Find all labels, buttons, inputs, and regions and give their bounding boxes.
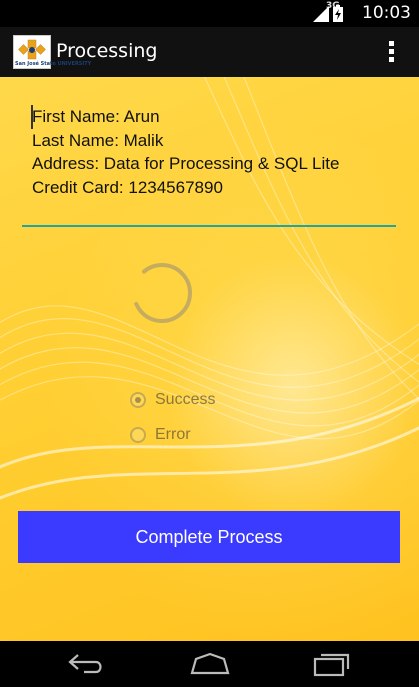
status-time: 10:03 — [362, 3, 411, 23]
first-name-line: First Name: Arun — [32, 107, 160, 126]
overflow-menu-icon[interactable] — [387, 41, 395, 65]
university-seal-icon — [18, 39, 46, 60]
success-radio-button[interactable] — [130, 392, 146, 408]
customer-info-textarea[interactable]: First Name: Arun Last Name: Malik Addres… — [22, 103, 396, 227]
status-bar: 3G 10:03 — [0, 0, 419, 27]
complete-process-button[interactable]: Complete Process — [18, 511, 400, 563]
last-name-line: Last Name: Malik — [32, 130, 164, 150]
address-line: Address: Data for Processing & SQL Lite — [32, 154, 340, 173]
home-icon[interactable] — [188, 651, 232, 677]
error-radio[interactable]: Error — [130, 426, 191, 444]
battery-icon — [333, 5, 343, 22]
navigation-bar — [0, 641, 419, 687]
progress-spinner — [132, 263, 192, 323]
customer-info-text: First Name: Arun Last Name: Malik Addres… — [32, 105, 339, 199]
status-icons — [313, 5, 343, 22]
error-radio-button[interactable] — [130, 427, 146, 443]
recents-icon[interactable] — [312, 651, 352, 677]
signal-icon — [313, 6, 329, 22]
back-icon[interactable] — [66, 651, 106, 677]
action-bar: San José State UNIVERSITY Processing — [0, 27, 419, 77]
credit-card-line: Credit Card: 1234567890 — [32, 177, 223, 197]
success-label: Success — [155, 391, 216, 408]
app-logo[interactable]: San José State UNIVERSITY — [13, 35, 91, 69]
main-content: First Name: Arun Last Name: Malik Addres… — [0, 77, 419, 641]
error-label: Error — [155, 426, 191, 443]
page-title: Processing — [56, 40, 158, 62]
success-radio[interactable]: Success — [130, 391, 215, 409]
